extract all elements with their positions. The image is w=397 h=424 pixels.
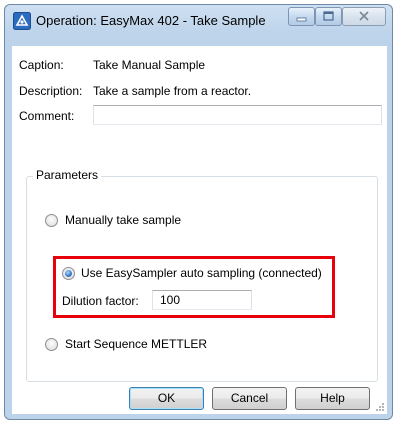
- parameters-title: Parameters: [33, 168, 102, 182]
- caption-value: Take Manual Sample: [93, 58, 206, 72]
- comment-label: Comment:: [19, 109, 75, 123]
- caption-label: Caption:: [19, 58, 64, 72]
- title-bar[interactable]: Operation: EasyMax 402 - Take Sample: [5, 5, 392, 35]
- dialog-body: Caption: Take Manual Sample Description:…: [12, 46, 387, 414]
- minimize-icon: [296, 17, 307, 22]
- start-sequence-radio[interactable]: [45, 338, 58, 351]
- cancel-button[interactable]: Cancel: [212, 387, 287, 410]
- window-title: Operation: EasyMax 402 - Take Sample: [36, 13, 266, 28]
- start-sequence-label[interactable]: Start Sequence METTLER: [65, 337, 207, 351]
- dialog-window: Operation: EasyMax 402 - Take Sample Cap…: [4, 4, 393, 420]
- dilution-factor-field[interactable]: 100: [152, 290, 252, 310]
- minimize-button[interactable]: [288, 7, 315, 26]
- close-icon: [359, 11, 369, 21]
- manual-sample-label[interactable]: Manually take sample: [65, 213, 181, 227]
- ok-button[interactable]: OK: [129, 387, 204, 410]
- comment-field[interactable]: [93, 105, 382, 125]
- maximize-button[interactable]: [315, 7, 342, 26]
- resize-grip-icon[interactable]: [375, 402, 385, 412]
- description-label: Description:: [19, 84, 83, 98]
- app-icon: [13, 12, 31, 30]
- maximize-icon: [323, 11, 334, 21]
- easysampler-label[interactable]: Use EasySampler auto sampling (connected…: [81, 266, 322, 280]
- close-button[interactable]: [342, 7, 386, 26]
- manual-sample-radio[interactable]: [45, 214, 58, 227]
- dilution-factor-label: Dilution factor:: [62, 294, 139, 308]
- easysampler-radio[interactable]: [62, 267, 75, 280]
- description-value: Take a sample from a reactor.: [93, 84, 252, 98]
- help-button[interactable]: Help: [295, 387, 370, 410]
